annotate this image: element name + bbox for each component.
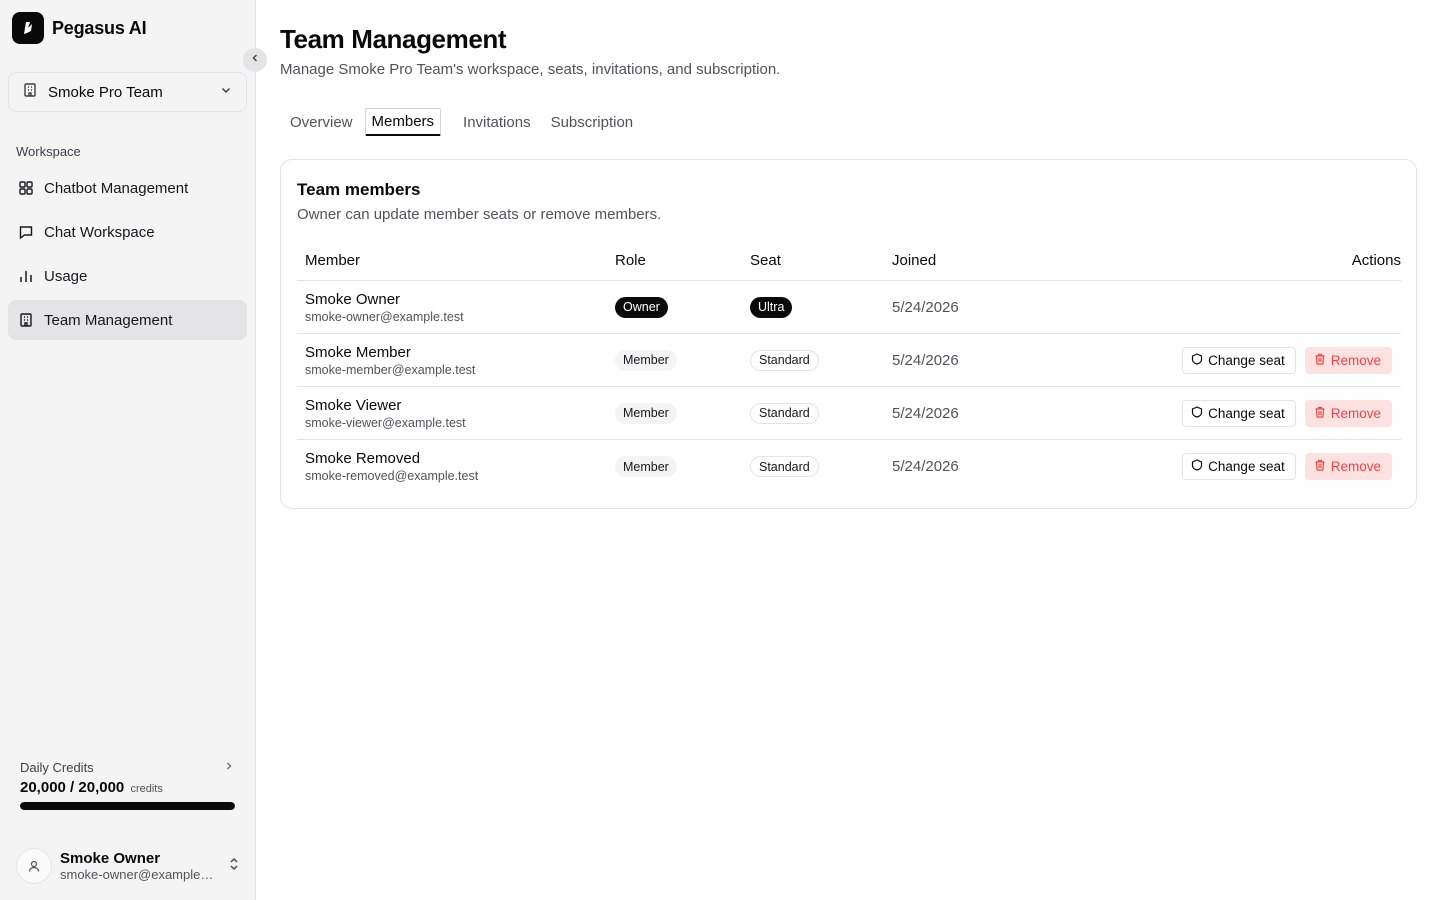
role-badge: Owner <box>615 296 668 318</box>
seat-badge: Standard <box>750 349 819 371</box>
sidebar: Pegasus AI Smoke Pro Team Workspace Chat… <box>0 0 256 900</box>
chat-icon <box>18 224 34 240</box>
remove-member-button[interactable]: Remove <box>1304 399 1392 427</box>
joined-date: 5/24/2026 <box>892 351 959 369</box>
credits-value: 20,000 / 20,000 <box>20 779 125 796</box>
row-actions: Change seat Remove <box>1092 346 1401 374</box>
role-badge: Member <box>615 402 677 424</box>
chevrons-up-down-icon <box>227 856 241 877</box>
shield-icon <box>1191 405 1203 421</box>
sidebar-item-label: Chatbot Management <box>44 179 189 197</box>
chevron-left-icon <box>249 51 261 69</box>
user-avatar-icon <box>16 848 52 884</box>
sidebar-item-label: Team Management <box>44 311 173 329</box>
trash-icon <box>1314 459 1326 474</box>
credits-label: Daily Credits <box>20 760 94 775</box>
remove-label: Remove <box>1330 405 1381 421</box>
card-title: Team members <box>297 180 421 199</box>
change-seat-button[interactable]: Change seat <box>1182 399 1296 427</box>
tab-invitations[interactable]: Invitations <box>453 108 541 136</box>
brand-name: Pegasus AI <box>52 17 147 38</box>
role-badge: Member <box>615 456 677 477</box>
member-email: smoke-viewer@example.test <box>305 415 466 430</box>
sidebar-item-team-management[interactable]: Team Management <box>8 300 247 340</box>
change-seat-button[interactable]: Change seat <box>1182 453 1296 480</box>
collapse-sidebar-button[interactable] <box>243 48 267 72</box>
section-label-workspace: Workspace <box>16 144 81 159</box>
credits-progress-fill <box>20 802 235 810</box>
daily-credits[interactable]: Daily Credits 20,000 / 20,000 credits <box>20 760 235 810</box>
team-selector-label: Smoke Pro Team <box>48 83 163 101</box>
table-header: Member Role Seat Joined Actions <box>297 240 1401 281</box>
table-row: Smoke Removed smoke-removed@example.test… <box>297 440 1401 493</box>
trash-icon <box>1314 406 1326 421</box>
brand[interactable]: Pegasus AI <box>12 12 147 44</box>
col-actions: Actions <box>1351 251 1401 269</box>
member-email: smoke-removed@example.test <box>305 469 479 483</box>
user-menu[interactable]: Smoke Owner smoke-owner@example.test <box>16 846 241 886</box>
table-row: Smoke Member smoke-member@example.test M… <box>297 334 1401 387</box>
sidebar-item-chatbot-management[interactable]: Chatbot Management <box>8 168 247 208</box>
page-subtitle: Manage Smoke Pro Team's workspace, seats… <box>280 61 781 78</box>
pegasus-logo-icon <box>12 12 44 44</box>
seat-badge: Standard <box>750 456 819 477</box>
sidebar-item-chat-workspace[interactable]: Chat Workspace <box>8 212 247 252</box>
remove-label: Remove <box>1330 459 1381 474</box>
joined-date: 5/24/2026 <box>892 458 959 475</box>
shield-icon <box>1191 459 1203 474</box>
grid-icon <box>18 180 34 196</box>
tab-subscription[interactable]: Subscription <box>541 108 644 136</box>
members-table: Member Role Seat Joined Actions Smoke Ow… <box>297 240 1401 493</box>
building-icon <box>18 312 34 328</box>
user-name: Smoke Owner <box>60 850 161 867</box>
change-seat-label: Change seat <box>1208 405 1285 421</box>
remove-label: Remove <box>1330 352 1381 368</box>
building-icon <box>22 82 38 102</box>
change-seat-label: Change seat <box>1208 459 1285 474</box>
bar-chart-icon <box>18 268 34 284</box>
member-name: Smoke Removed <box>305 450 421 467</box>
row-actions: Change seat Remove <box>1092 399 1401 427</box>
col-member: Member <box>305 251 361 269</box>
joined-date: 5/24/2026 <box>892 404 959 422</box>
col-role: Role <box>615 251 646 269</box>
sidebar-nav: Chatbot Management Chat Workspace Usage … <box>8 168 247 344</box>
row-actions: Change seat Remove <box>1092 453 1401 480</box>
table-row: Smoke Owner smoke-owner@example.test Own… <box>297 281 1401 334</box>
credits-progress-bar <box>20 802 235 810</box>
member-name: Smoke Owner <box>305 290 401 308</box>
page-title: Team Management <box>280 24 507 54</box>
change-seat-button[interactable]: Change seat <box>1182 346 1296 374</box>
trash-icon <box>1314 353 1326 368</box>
sidebar-item-usage[interactable]: Usage <box>8 256 247 296</box>
member-name: Smoke Viewer <box>305 396 402 414</box>
member-email: smoke-owner@example.test <box>305 309 464 324</box>
table-row: Smoke Viewer smoke-viewer@example.test M… <box>297 387 1401 440</box>
team-selector[interactable]: Smoke Pro Team <box>8 72 247 112</box>
seat-badge: Standard <box>750 402 819 424</box>
sidebar-item-label: Usage <box>44 267 88 285</box>
tabs: Overview Members Invitations Subscriptio… <box>280 108 643 136</box>
joined-date: 5/24/2026 <box>892 298 959 316</box>
remove-member-button[interactable]: Remove <box>1304 453 1392 480</box>
user-email: smoke-owner@example.test <box>60 867 215 882</box>
tab-members[interactable]: Members <box>364 108 442 136</box>
change-seat-label: Change seat <box>1208 352 1285 368</box>
col-seat: Seat <box>750 251 781 269</box>
col-joined: Joined <box>892 251 937 269</box>
chevron-right-icon <box>223 760 235 775</box>
sidebar-item-label: Chat Workspace <box>44 223 155 241</box>
chevron-down-icon <box>219 83 233 101</box>
role-badge: Member <box>615 349 677 371</box>
seat-badge: Ultra <box>750 296 793 318</box>
member-name: Smoke Member <box>305 343 411 361</box>
tab-overview[interactable]: Overview <box>280 108 363 136</box>
member-email: smoke-member@example.test <box>305 362 476 377</box>
shield-icon <box>1191 352 1203 368</box>
team-members-card: Team members Owner can update member sea… <box>280 159 1417 509</box>
credits-unit: credits <box>130 783 163 795</box>
card-description: Owner can update member seats or remove … <box>297 206 662 223</box>
remove-member-button[interactable]: Remove <box>1304 346 1392 374</box>
